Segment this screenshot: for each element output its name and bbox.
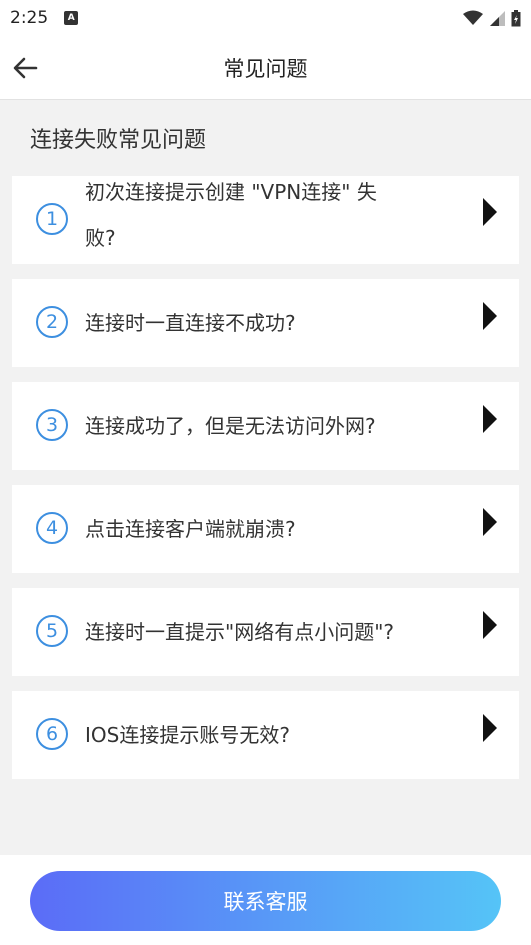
faq-item-1[interactable]: 1 初次连接提示创建 "VPN连接" 失 败? bbox=[12, 176, 519, 264]
faq-question: 初次连接提示创建 "VPN连接" 失 败? bbox=[85, 166, 445, 264]
faq-question: 点击连接客户端就崩溃? bbox=[85, 517, 296, 541]
faq-number-badge: 1 bbox=[36, 203, 68, 235]
faq-number-badge: 5 bbox=[36, 615, 68, 647]
faq-item-6[interactable]: 6 IOS连接提示账号无效? bbox=[12, 691, 519, 779]
back-button[interactable] bbox=[10, 53, 40, 83]
faq-question: 连接时一直连接不成功? bbox=[85, 311, 296, 335]
app-bar: 常见问题 bbox=[0, 36, 531, 100]
section-title: 连接失败常见问题 bbox=[30, 128, 207, 153]
footer: 联系客服 bbox=[0, 855, 531, 945]
signal-icon bbox=[490, 11, 505, 26]
status-bar: 2:25 A bbox=[0, 0, 531, 36]
faq-question: IOS连接提示账号无效? bbox=[85, 723, 290, 747]
triangle-right-icon bbox=[483, 405, 497, 433]
notification-icon: A bbox=[64, 11, 79, 25]
triangle-right-icon bbox=[483, 302, 497, 330]
faq-question: 连接时一直提示"网络有点小问题"? bbox=[85, 620, 395, 644]
wifi-icon bbox=[463, 10, 483, 25]
triangle-right-icon bbox=[483, 611, 497, 639]
faq-number-badge: 2 bbox=[36, 306, 68, 338]
arrow-left-icon bbox=[13, 57, 38, 79]
faq-item-3[interactable]: 3 连接成功了，但是无法访问外网? bbox=[12, 382, 519, 470]
faq-question: 连接成功了，但是无法访问外网? bbox=[85, 414, 376, 438]
status-time: 2:25 bbox=[10, 8, 49, 28]
faq-number-badge: 3 bbox=[36, 409, 68, 441]
faq-question-line-2: 败? bbox=[85, 226, 116, 250]
faq-question-line-1: 初次连接提示创建 "VPN连接" 失 bbox=[85, 180, 377, 204]
triangle-right-icon bbox=[483, 198, 497, 226]
faq-item-5[interactable]: 5 连接时一直提示"网络有点小问题"? bbox=[12, 588, 519, 676]
faq-number-badge: 4 bbox=[36, 512, 68, 544]
contact-support-button[interactable]: 联系客服 bbox=[30, 871, 501, 931]
page-title: 常见问题 bbox=[223, 56, 308, 81]
faq-item-4[interactable]: 4 点击连接客户端就崩溃? bbox=[12, 485, 519, 573]
status-icons bbox=[463, 9, 521, 27]
triangle-right-icon bbox=[483, 508, 497, 536]
triangle-right-icon bbox=[483, 714, 497, 742]
faq-number-badge: 6 bbox=[36, 718, 68, 750]
battery-icon bbox=[511, 9, 521, 26]
faq-item-2[interactable]: 2 连接时一直连接不成功? bbox=[12, 279, 519, 367]
